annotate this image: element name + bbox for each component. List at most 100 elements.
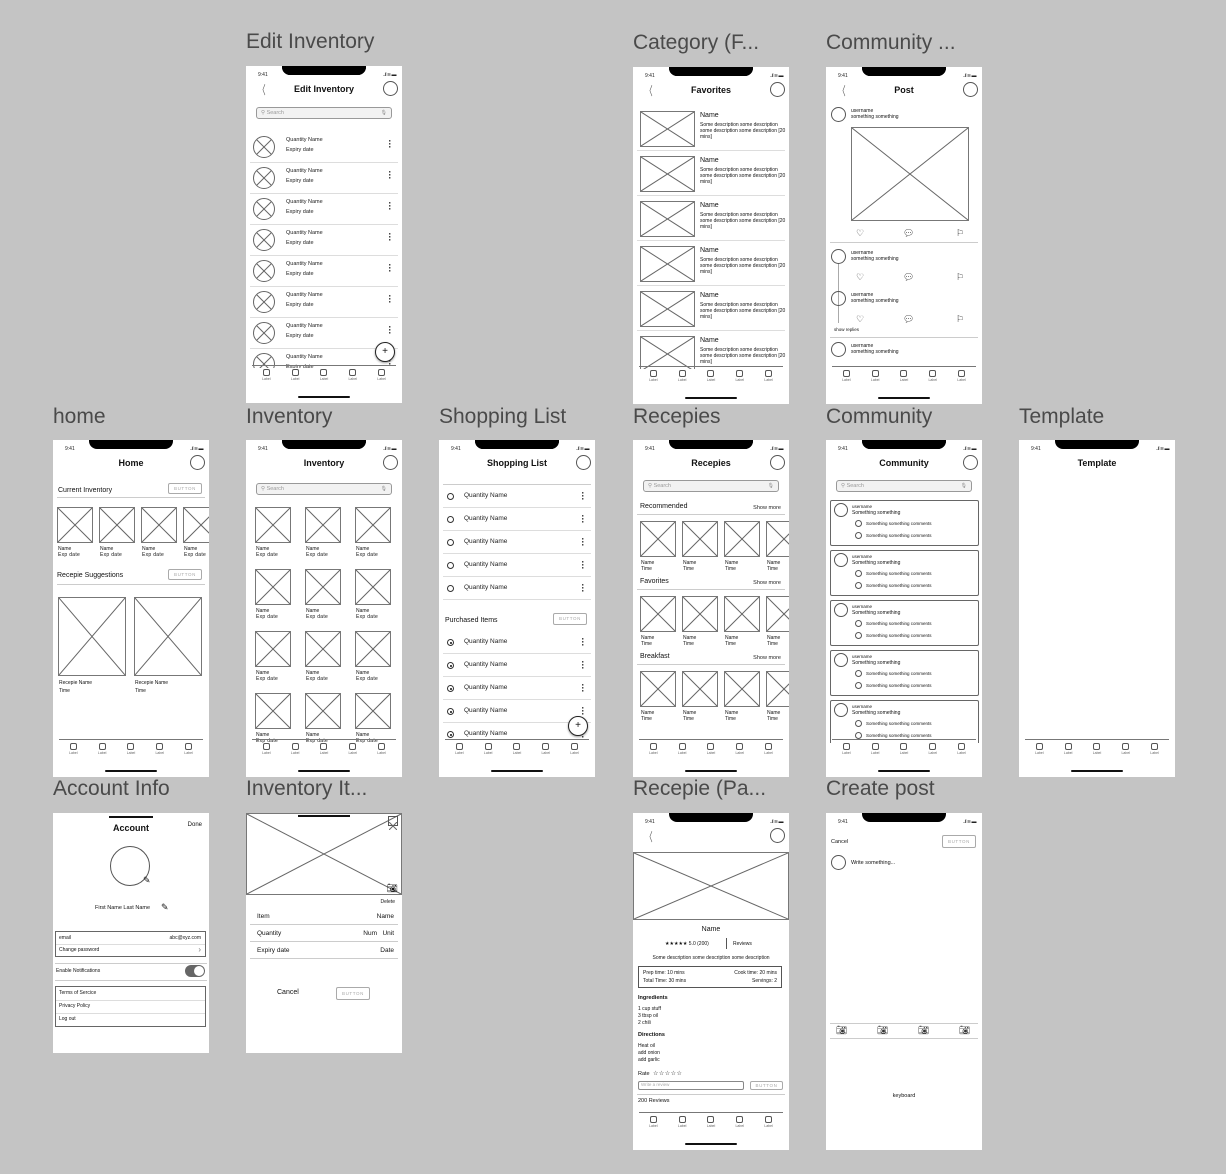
- show-more-link[interactable]: Show more: [753, 505, 781, 511]
- tab-item-2[interactable]: Label: [478, 743, 498, 759]
- more-options-icon[interactable]: ···: [388, 261, 392, 276]
- back-chevron-icon[interactable]: 〈: [258, 84, 265, 96]
- tab-item-1[interactable]: Label: [449, 743, 469, 759]
- community-post-card[interactable]: username Something something Something som…: [830, 500, 979, 546]
- user-avatar[interactable]: [834, 653, 848, 667]
- more-options-icon[interactable]: ···: [388, 199, 392, 214]
- tab-item-4[interactable]: Label: [730, 743, 750, 759]
- like-icon[interactable]: ♡: [856, 315, 864, 324]
- search-input[interactable]: ⚲ Search 🎙︎: [256, 107, 392, 119]
- comment-icon[interactable]: 💬︎: [903, 315, 914, 324]
- profile-avatar-button[interactable]: [963, 82, 978, 97]
- item-checkbox-checked[interactable]: [447, 662, 454, 669]
- tab-item-5[interactable]: Label: [1145, 743, 1165, 759]
- add-photo-camera-icon[interactable]: 📷︎: [836, 1026, 847, 1035]
- purchased-item[interactable]: Quantity Name ···: [443, 654, 591, 677]
- recipe-name[interactable]: Recepie Name: [135, 680, 168, 686]
- review-input[interactable]: Write a review: [638, 1081, 744, 1090]
- tab-item-3[interactable]: Label: [314, 743, 334, 759]
- more-options-icon[interactable]: ···: [581, 681, 585, 696]
- tab-item-1[interactable]: Label: [643, 743, 663, 759]
- flag-icon[interactable]: ⚐: [956, 315, 964, 324]
- terms-of-service-link[interactable]: Terms of Sercice: [59, 990, 96, 996]
- profile-avatar-button[interactable]: [383, 455, 398, 470]
- flag-icon[interactable]: ⚐: [956, 273, 964, 282]
- tab-item-4[interactable]: Label: [536, 743, 556, 759]
- tab-item-5[interactable]: Label: [759, 1116, 779, 1132]
- mic-icon[interactable]: 🎙︎: [381, 108, 387, 118]
- inventory-list-item[interactable]: Quantity Name Expiry date ···: [250, 287, 398, 318]
- inventory-list-item[interactable]: Quantity Name Expiry date ···: [250, 318, 398, 349]
- mic-icon[interactable]: 🎙︎: [961, 481, 967, 491]
- search-input[interactable]: ⚲ Search 🎙︎: [836, 480, 972, 492]
- inventory-list-item[interactable]: Quantity Name Expiry date ···: [250, 194, 398, 225]
- field-value[interactable]: Num Unit: [363, 930, 394, 937]
- tab-item-4[interactable]: Label: [923, 370, 943, 386]
- edit-photo-pencil-icon[interactable]: ✎: [143, 875, 151, 886]
- tab-item-5[interactable]: Label: [372, 369, 392, 385]
- inventory-list-item[interactable]: Quantity Name Expiry date ···: [250, 132, 398, 163]
- purchased-item[interactable]: Quantity Name ···: [443, 677, 591, 700]
- privacy-policy-link[interactable]: Privacy Policy: [59, 1003, 90, 1009]
- add-item-fab[interactable]: +: [375, 342, 395, 362]
- tab-item-3[interactable]: Label: [894, 370, 914, 386]
- more-options-icon[interactable]: ···: [581, 635, 585, 650]
- favorite-recipe-item[interactable]: Name Some description some description so…: [637, 241, 785, 286]
- show-replies-link[interactable]: show replies: [834, 327, 859, 332]
- show-more-link[interactable]: Show more: [753, 655, 781, 661]
- add-item-fab[interactable]: +: [568, 716, 588, 736]
- user-avatar[interactable]: [831, 107, 846, 122]
- camera-icon[interactable]: 📷︎: [387, 883, 398, 894]
- tab-item-2[interactable]: Label: [92, 743, 112, 759]
- profile-avatar-button[interactable]: [770, 828, 785, 843]
- tab-item-4[interactable]: Label: [343, 743, 363, 759]
- item-checkbox-checked[interactable]: [447, 731, 454, 738]
- username[interactable]: username: [852, 704, 872, 709]
- profile-avatar-button[interactable]: [383, 81, 398, 96]
- tab-item-5[interactable]: Label: [759, 743, 779, 759]
- tab-item-2[interactable]: Label: [285, 743, 305, 759]
- tab-item-2[interactable]: Label: [285, 369, 305, 385]
- user-avatar[interactable]: [834, 503, 848, 517]
- close-image-icon[interactable]: [388, 816, 398, 826]
- comment-icon[interactable]: 💬︎: [903, 273, 914, 282]
- tab-item-5[interactable]: Label: [565, 743, 585, 759]
- tab-item-1[interactable]: Label: [256, 743, 276, 759]
- tab-item-3[interactable]: Label: [314, 369, 334, 385]
- flag-icon[interactable]: ⚐: [956, 229, 964, 238]
- delete-button[interactable]: Delete: [381, 899, 395, 905]
- purchased-item[interactable]: Quantity Name ···: [443, 631, 591, 654]
- username[interactable]: username: [852, 554, 872, 559]
- shopping-list-item[interactable]: Quantity Name · · ·: [443, 577, 591, 600]
- tab-item-3[interactable]: Label: [701, 743, 721, 759]
- profile-avatar-button[interactable]: [770, 82, 785, 97]
- tab-item-3[interactable]: Label: [121, 743, 141, 759]
- tab-item-3[interactable]: Label: [507, 743, 527, 759]
- more-options-icon[interactable]: ···: [581, 558, 585, 573]
- back-chevron-icon[interactable]: 〈: [645, 85, 652, 97]
- tab-item-1[interactable]: Label: [836, 370, 856, 386]
- tab-item-3[interactable]: Label: [701, 370, 721, 386]
- recipe-name[interactable]: Recepie Name: [59, 680, 92, 686]
- tab-item-4[interactable]: Label: [923, 743, 943, 759]
- change-password-link[interactable]: Change password: [59, 947, 99, 953]
- reviews-link[interactable]: Reviews: [733, 941, 752, 947]
- inventory-list-item[interactable]: Quantity Name Expiry date ···: [250, 163, 398, 194]
- cancel-button[interactable]: Cancel: [277, 989, 299, 996]
- profile-avatar-button[interactable]: [576, 455, 591, 470]
- user-avatar[interactable]: [831, 249, 846, 264]
- like-icon[interactable]: ♡: [856, 229, 864, 238]
- tab-item-3[interactable]: Label: [1087, 743, 1107, 759]
- tab-item-1[interactable]: Label: [643, 1116, 663, 1132]
- more-options-icon[interactable]: ···: [388, 230, 392, 245]
- comment-icon[interactable]: 💬︎: [903, 229, 914, 238]
- action-button[interactable]: BUTTON: [942, 835, 976, 848]
- shopping-list-item[interactable]: Quantity Name · · ·: [443, 485, 591, 508]
- item-checkbox-checked[interactable]: [447, 685, 454, 692]
- community-post-card[interactable]: username Something something Something som…: [830, 600, 979, 646]
- profile-avatar-button[interactable]: [963, 455, 978, 470]
- tab-item-3[interactable]: Label: [701, 1116, 721, 1132]
- user-avatar[interactable]: [834, 553, 848, 567]
- item-checkbox-checked[interactable]: [447, 639, 454, 646]
- profile-avatar-button[interactable]: [770, 455, 785, 470]
